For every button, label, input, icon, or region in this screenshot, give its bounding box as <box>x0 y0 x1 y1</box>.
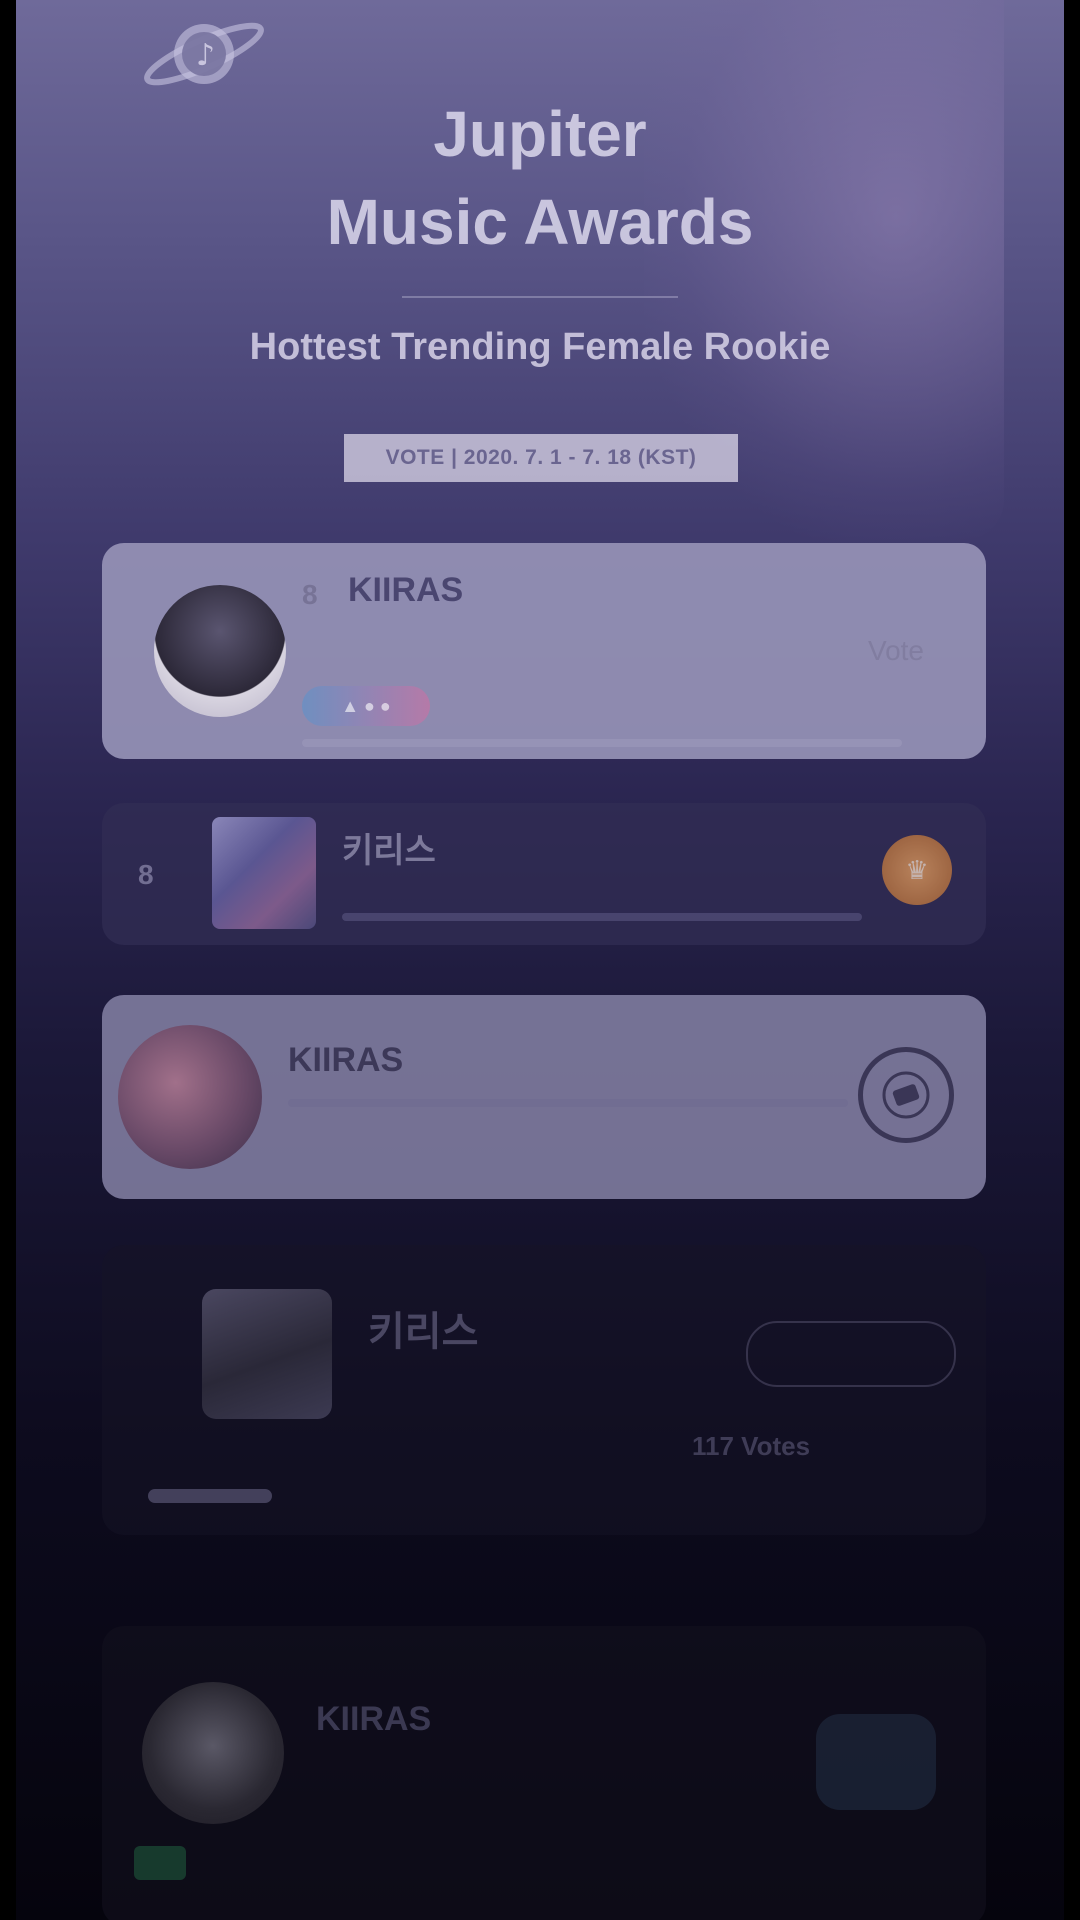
page-title-line1: Jupiter <box>433 98 647 170</box>
nominee-thumbnail <box>202 1289 332 1419</box>
nominee-avatar <box>142 1682 284 1824</box>
nominee-card-3[interactable]: KIIRAS <box>102 995 986 1199</box>
nominee-name: KIIRAS <box>288 1041 404 1079</box>
vote-progress-bar <box>302 739 902 747</box>
page-title-line2: Music Awards <box>326 186 754 258</box>
nominee-avatar <box>154 585 286 717</box>
vote-progress-bar <box>288 1099 848 1107</box>
status-tag <box>134 1846 186 1880</box>
nominee-rank: 8 <box>302 579 318 610</box>
nominee-card-4[interactable]: 키리스 117 Votes <box>102 1245 986 1535</box>
award-category-title: Hottest Trending Female Rookie <box>249 326 831 368</box>
nominee-card-2[interactable]: 8 키리스 ♛ <box>102 803 986 945</box>
nominee-name: KIIRAS <box>316 1700 432 1738</box>
carousel-indicator[interactable] <box>148 1489 272 1503</box>
svg-text:♪: ♪ <box>196 38 215 73</box>
vote-outline-button[interactable] <box>746 1321 956 1387</box>
title-divider <box>402 296 678 298</box>
vote-button-dark[interactable] <box>816 1714 936 1810</box>
nominee-name: KIIRAS <box>348 571 464 609</box>
rank-change-pill: ▲ ● ● <box>302 686 430 726</box>
nominee-name: 키리스 <box>342 832 436 870</box>
vote-period-badge: VOTE | 2020. 7. 1 - 7. 18 (KST) <box>344 434 738 482</box>
nominee-name: 키리스 <box>368 1310 479 1354</box>
ticket-icon <box>882 1071 930 1119</box>
trophy-badge-icon[interactable]: ♛ <box>882 835 952 905</box>
nominee-card-5[interactable]: KIIRAS <box>102 1626 986 1920</box>
nominee-card-1[interactable]: 8 KIIRAS ▲ ● ● Vote <box>102 543 986 759</box>
nominee-avatar <box>118 1025 262 1169</box>
vote-count: 117 Votes <box>692 1431 811 1461</box>
ticket-vote-icon[interactable] <box>858 1047 954 1143</box>
nominee-rank: 8 <box>138 859 154 890</box>
screen: ♪ Jupiter Music Awards Hottest Trending … <box>16 0 1064 1920</box>
music-note-planet-icon: ♪ <box>144 22 264 86</box>
vote-progress-bar <box>342 913 862 921</box>
vote-button[interactable]: Vote <box>868 635 924 667</box>
nominee-thumbnail <box>212 817 316 929</box>
